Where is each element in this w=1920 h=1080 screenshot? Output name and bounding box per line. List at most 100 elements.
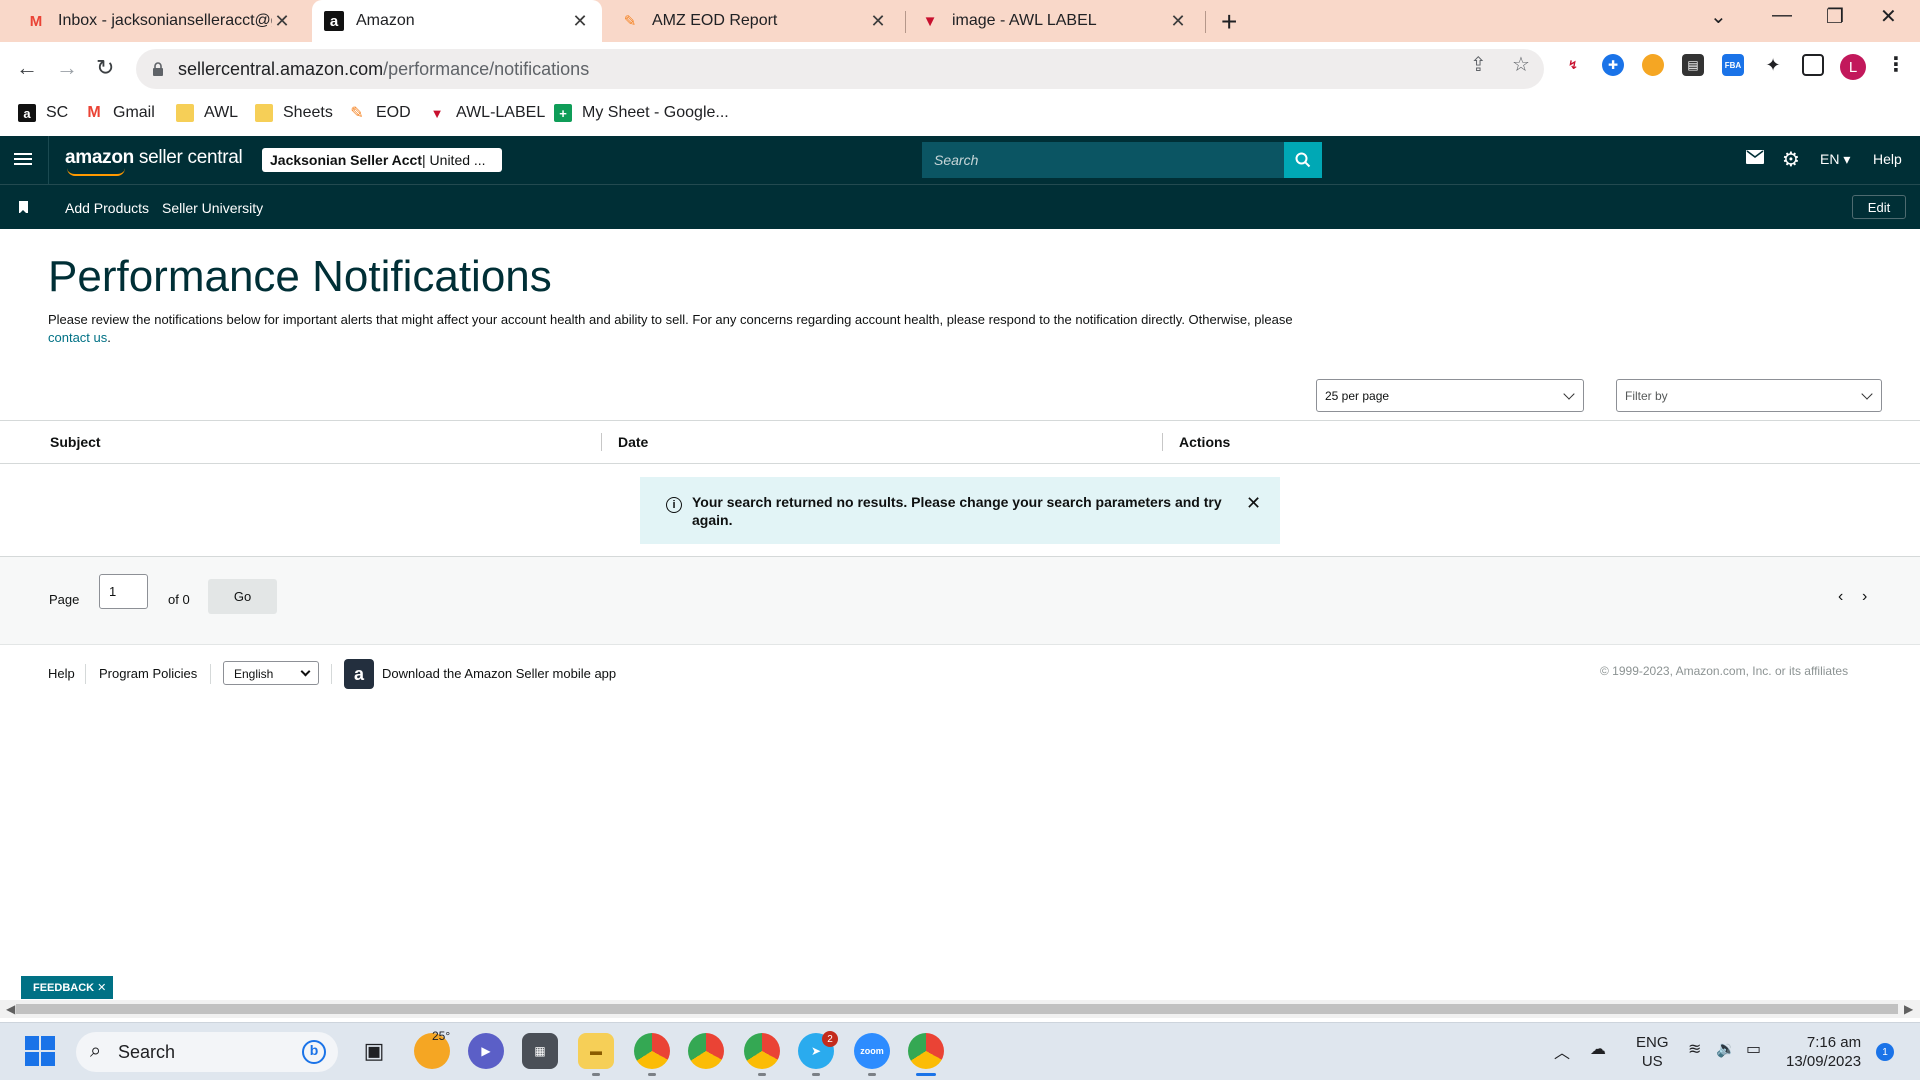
per-page-select[interactable]: 25 per page xyxy=(1316,379,1584,412)
search-input[interactable]: Search xyxy=(922,142,1284,178)
back-button[interactable]: ← xyxy=(16,55,38,81)
close-icon[interactable]: ✕ xyxy=(1168,11,1188,32)
bookmark-eod[interactable]: ✎ EOD xyxy=(348,104,410,122)
notification-badge[interactable]: 1 xyxy=(1876,1043,1894,1061)
side-panel-icon[interactable] xyxy=(1802,54,1824,76)
bookmark-icon[interactable] xyxy=(19,201,28,214)
footer-help-link[interactable]: Help xyxy=(48,666,75,681)
scrollbar-thumb[interactable] xyxy=(16,1004,1898,1014)
contact-us-link[interactable]: contact us xyxy=(48,330,107,345)
bookmark-gmail[interactable]: M Gmail xyxy=(85,104,154,122)
amazon-app-icon[interactable]: a xyxy=(344,659,374,689)
close-window-button[interactable]: ✕ xyxy=(1880,4,1897,29)
show-hidden-icons[interactable]: ︿ xyxy=(1554,1039,1570,1063)
language-indicator[interactable]: ENG US xyxy=(1636,1033,1669,1071)
calculator-icon[interactable]: ▦ xyxy=(522,1033,558,1069)
extension-icon[interactable]: ▤ xyxy=(1682,54,1704,76)
bookmark-awl[interactable]: AWL xyxy=(176,104,238,122)
forward-button[interactable]: → xyxy=(56,55,78,81)
bookmark-sheets[interactable]: Sheets xyxy=(255,104,333,122)
close-icon[interactable]: ✕ xyxy=(570,11,590,32)
page-number-input[interactable]: 1 xyxy=(99,574,148,609)
pagination: Page 1 of 0 Go ‹ › xyxy=(0,557,1920,645)
bookmark-label: SC xyxy=(46,104,69,121)
feedback-button[interactable]: FEEDBACK ✕ xyxy=(21,976,113,999)
extension-icon[interactable] xyxy=(1642,54,1664,76)
onedrive-icon[interactable]: ☁ xyxy=(1590,1039,1606,1059)
chevron-right-icon[interactable]: › xyxy=(1862,588,1867,606)
seller-central-header: amazon seller central Jacksonian Seller … xyxy=(0,136,1920,184)
chrome-icon[interactable] xyxy=(634,1033,670,1069)
chevron-down-icon xyxy=(1563,388,1575,400)
file-explorer-icon[interactable]: ▬ xyxy=(578,1033,614,1069)
go-button[interactable]: Go xyxy=(208,579,277,614)
bookmarks-bar: a SC M Gmail AWL Sheets ✎ EOD ▼ AWL-LABE… xyxy=(0,96,1920,136)
table-header: Subject Date Actions xyxy=(0,421,1920,464)
mail-icon[interactable] xyxy=(1746,150,1764,169)
column-subject[interactable]: Subject xyxy=(50,434,101,450)
bookmark-star-icon[interactable]: ☆ xyxy=(1512,52,1530,77)
puzzle-icon[interactable]: ✦ xyxy=(1762,54,1784,76)
seller-central-subnav: Add Products Seller University Edit xyxy=(0,184,1920,229)
hamburger-menu-icon[interactable] xyxy=(14,150,32,170)
profile-avatar[interactable]: L xyxy=(1840,54,1866,80)
teams-icon[interactable]: ▶ xyxy=(468,1033,504,1069)
share-icon[interactable]: ⇪ xyxy=(1470,52,1487,77)
close-icon[interactable]: ✕ xyxy=(868,11,888,32)
chrome-icon[interactable] xyxy=(688,1033,724,1069)
language-selector[interactable]: EN ▾ xyxy=(1820,151,1850,168)
clock[interactable]: 7:16 am 13/09/2023 xyxy=(1786,1033,1861,1071)
wifi-icon[interactable]: ≋ xyxy=(1688,1039,1701,1059)
tab-search-icon[interactable]: ⌄ xyxy=(1710,4,1727,29)
battery-icon[interactable]: ▭ xyxy=(1746,1039,1761,1059)
windows-start-icon[interactable] xyxy=(22,1033,58,1069)
column-date[interactable]: Date xyxy=(618,434,648,450)
account-switcher[interactable]: Jacksonian Seller Acct | United ... xyxy=(262,148,502,172)
new-tab-button[interactable]: + xyxy=(1221,6,1237,38)
reload-button[interactable]: ↻ xyxy=(96,55,114,81)
scroll-right-icon[interactable]: ▶ xyxy=(1904,1002,1913,1016)
search-button[interactable] xyxy=(1284,142,1322,178)
tab-awl-label[interactable]: ▼ image - AWL LABEL ✕ xyxy=(908,0,1200,42)
filter-select[interactable]: Filter by xyxy=(1616,379,1882,412)
tab-gmail[interactable]: M Inbox - jacksonianselleracct@gm ✕ xyxy=(14,0,304,42)
chrome-icon[interactable] xyxy=(744,1033,780,1069)
task-view-icon[interactable]: ▣ xyxy=(356,1033,392,1069)
bookmark-awl-label[interactable]: ▼ AWL-LABEL xyxy=(428,104,546,122)
horizontal-scrollbar[interactable]: ◀ ▶ xyxy=(0,1000,1920,1018)
zoom-icon[interactable]: zoom xyxy=(854,1033,890,1069)
extension-icon[interactable]: ↯ xyxy=(1562,54,1584,76)
scroll-left-icon[interactable]: ◀ xyxy=(6,1002,15,1016)
seller-central-logo[interactable]: amazon seller central xyxy=(65,147,243,176)
taskbar-search[interactable]: ⌕ Search b xyxy=(76,1032,338,1072)
edit-button[interactable]: Edit xyxy=(1852,195,1906,219)
restore-button[interactable]: ❐ xyxy=(1826,4,1844,29)
bookmark-my-sheet[interactable]: + My Sheet - Google... xyxy=(554,104,729,122)
menu-dots-icon[interactable]: ⋮ xyxy=(1886,52,1906,77)
chevron-down-icon xyxy=(1861,388,1873,400)
minimize-button[interactable]: — xyxy=(1772,4,1792,27)
seller-university-link[interactable]: Seller University xyxy=(162,200,263,216)
notifications-table: Subject Date Actions i Your search retur… xyxy=(0,420,1920,557)
footer-language-select[interactable]: English xyxy=(223,661,319,685)
chrome-icon[interactable] xyxy=(908,1033,944,1069)
tab-eod-report[interactable]: ✎ AMZ EOD Report ✕ xyxy=(608,0,900,42)
close-icon[interactable]: ✕ xyxy=(1246,493,1261,514)
extension-icon[interactable]: ✚ xyxy=(1602,54,1624,76)
download-app-link[interactable]: Download the Amazon Seller mobile app xyxy=(382,666,616,681)
windows-taskbar: ⌕ Search b ▣ 25° ▶ ▦ ▬ ➤ 2 zoom ︿ ☁ ENG U… xyxy=(0,1022,1920,1080)
address-bar[interactable]: sellercentral.amazon.com/performance/not… xyxy=(136,49,1544,89)
close-icon[interactable]: ✕ xyxy=(272,11,292,32)
chevron-left-icon[interactable]: ‹ xyxy=(1838,588,1843,606)
browser-toolbar: ← → ↻ sellercentral.amazon.com/performan… xyxy=(0,42,1920,96)
add-products-link[interactable]: Add Products xyxy=(65,200,149,216)
bookmark-sc[interactable]: a SC xyxy=(18,104,68,122)
gear-icon[interactable]: ⚙ xyxy=(1782,147,1800,172)
extension-icon[interactable]: FBA xyxy=(1722,54,1744,76)
help-link[interactable]: Help xyxy=(1873,151,1902,167)
alert-message: Your search returned no results. Please … xyxy=(692,494,1222,528)
tab-amazon[interactable]: a Amazon ✕ xyxy=(312,0,602,42)
column-divider xyxy=(601,433,602,451)
program-policies-link[interactable]: Program Policies xyxy=(99,666,197,681)
volume-icon[interactable]: 🔉 xyxy=(1716,1039,1736,1059)
